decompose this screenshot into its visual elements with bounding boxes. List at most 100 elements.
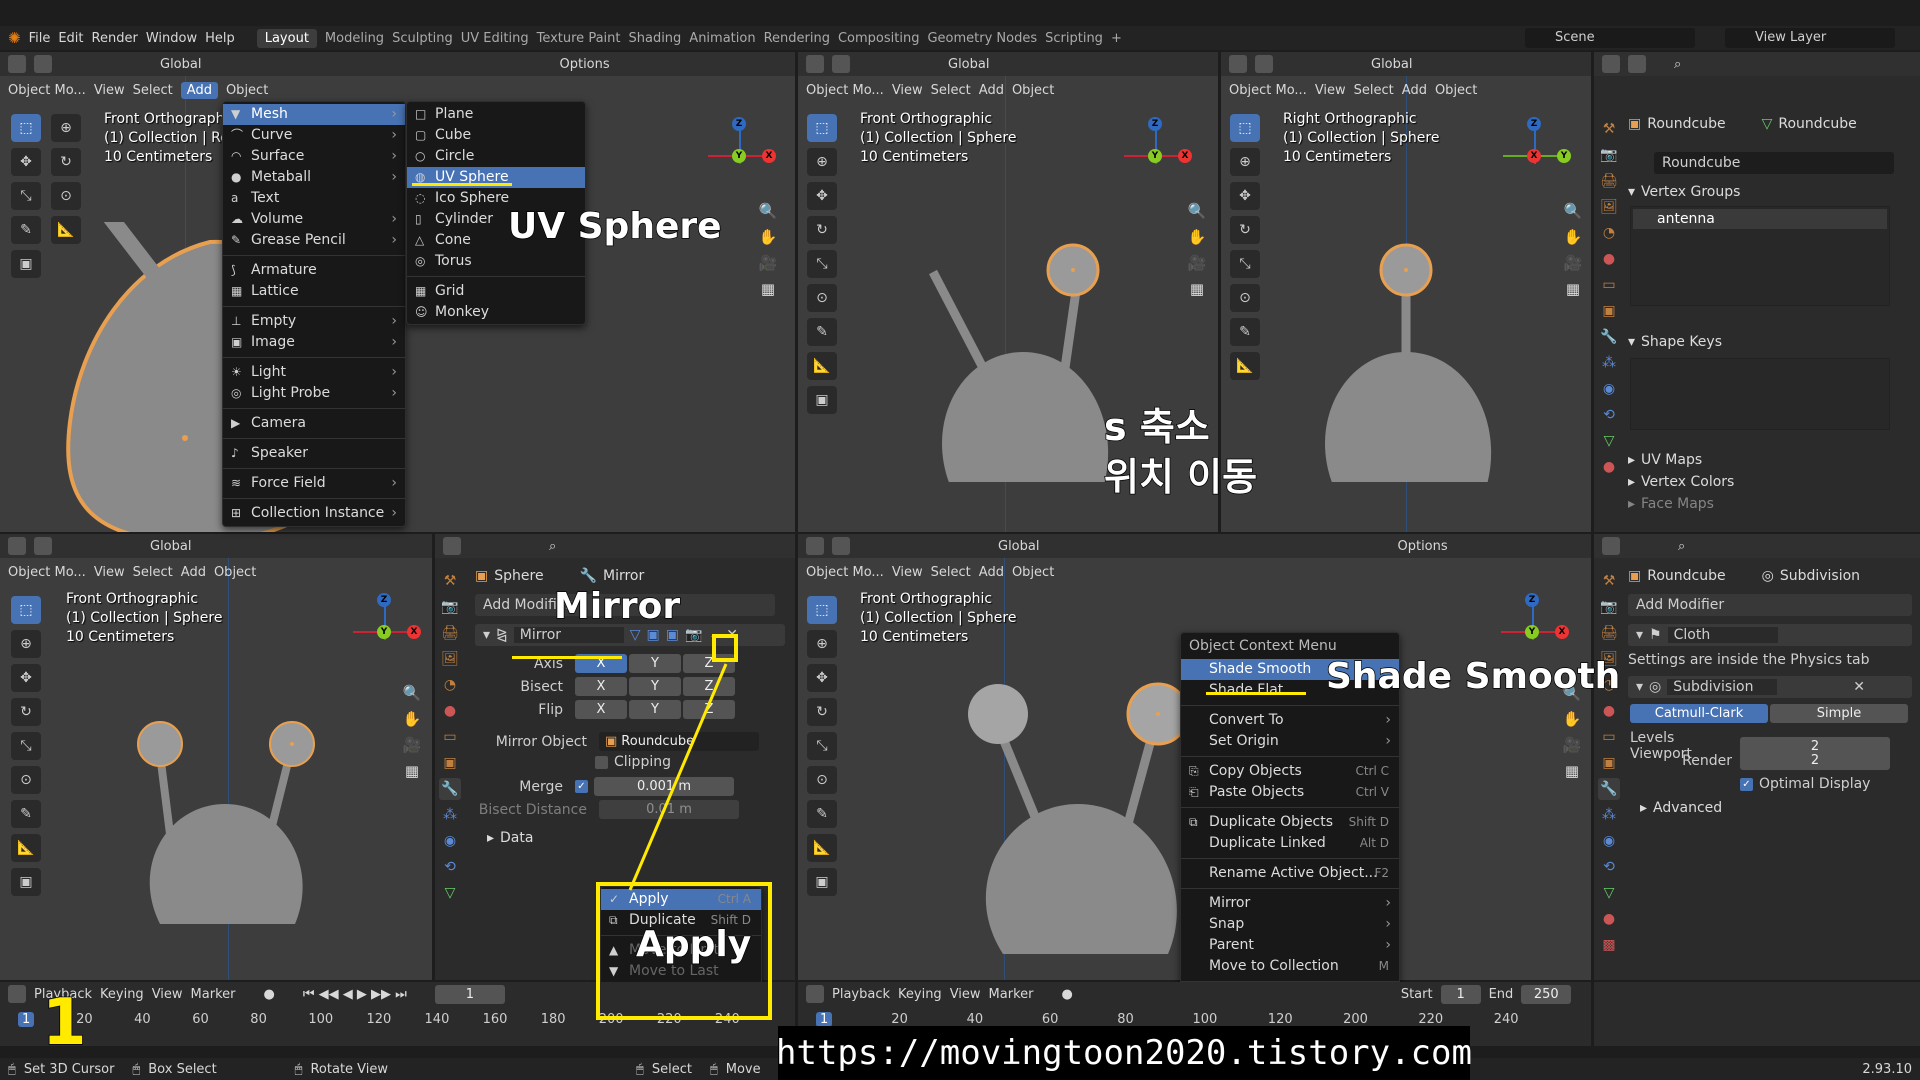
view-menu[interactable]: View — [892, 565, 923, 580]
view-menu[interactable]: View — [1315, 83, 1346, 98]
render-toggle-icon[interactable]: 📷 — [685, 627, 702, 643]
select-box-tool[interactable]: ⬚ — [807, 114, 837, 142]
move-tool[interactable]: ✥ — [1230, 182, 1260, 210]
blender-logo-icon[interactable]: ✺ — [8, 29, 21, 47]
gizmo-y-icon[interactable]: Y — [377, 625, 391, 639]
cloth-modifier-header[interactable]: ▾ ⚑ Cloth — [1628, 624, 1912, 646]
move-tool[interactable]: ✥ — [11, 148, 41, 176]
measure-tool[interactable]: 📐 — [11, 834, 41, 862]
cursor-tool[interactable]: ⊕ — [1230, 148, 1260, 176]
cage-toggle-icon[interactable]: ▣ — [647, 627, 660, 643]
add-menu-item-speaker[interactable]: ♪ Speaker — [223, 443, 405, 464]
cursor-tool[interactable]: ⊕ — [807, 630, 837, 658]
view-layer-tab-icon[interactable]: 🖼 — [1598, 196, 1620, 218]
zoom-icon[interactable]: 🔍 — [403, 684, 422, 702]
mode-dropdown[interactable]: Object Mo... — [806, 83, 884, 98]
tab-texture-paint[interactable]: Texture Paint — [537, 31, 621, 46]
editor-type-icon[interactable] — [1602, 55, 1620, 73]
mode-icon[interactable] — [832, 55, 850, 73]
select-menu[interactable]: Select — [931, 83, 971, 98]
transform-orientation[interactable]: Global — [998, 539, 1039, 554]
timeline-view-menu[interactable]: View — [950, 987, 981, 1002]
context-menu-item-mirror[interactable]: Mirror › — [1181, 893, 1399, 914]
add-menu-item-surface[interactable]: ◠ Surface › — [223, 146, 405, 167]
vertex-group-item[interactable]: antenna — [1633, 209, 1887, 229]
subdivision-modifier-name[interactable]: Subdivision — [1667, 679, 1778, 695]
object-tab-icon[interactable]: ▣ — [1598, 300, 1620, 322]
marker-menu[interactable]: Marker — [191, 987, 236, 1002]
gizmo-y-icon[interactable]: Y — [732, 149, 746, 163]
tab-modeling[interactable]: Modeling — [325, 31, 384, 46]
tab-compositing[interactable]: Compositing — [838, 31, 920, 46]
data-tab-icon[interactable]: ▽ — [439, 882, 461, 904]
context-menu-item-snap[interactable]: Snap › — [1181, 914, 1399, 935]
tool-tab-icon[interactable]: ⚒ — [439, 570, 461, 592]
mesh-menu-item-torus[interactable]: ◎ Torus — [407, 251, 585, 272]
output-tab-icon[interactable]: 🖨 — [1598, 622, 1620, 644]
data-tab-icon[interactable]: ▽ — [1598, 430, 1620, 452]
zoom-icon[interactable]: 🔍 — [1188, 202, 1207, 220]
add-modifier-dropdown-2[interactable]: Add Modifier — [1628, 594, 1912, 616]
data-tab-icon[interactable]: ▽ — [1598, 882, 1620, 904]
add-menu-item-mesh[interactable]: ▼ Mesh › — [223, 104, 405, 125]
pan-hand-icon[interactable]: ✋ — [403, 710, 422, 728]
viewport-3[interactable]: Right Orthographic (1) Collection | Sphe… — [1221, 52, 1591, 532]
advanced-subpanel-header[interactable]: ▸ Advanced — [1640, 800, 1722, 816]
world-tab-icon[interactable]: ● — [1598, 248, 1620, 270]
editor-type-icon[interactable] — [8, 985, 26, 1003]
record-icon[interactable]: ● — [1061, 987, 1072, 1002]
shape-keys-list[interactable] — [1630, 358, 1890, 430]
mesh-menu-item-circle[interactable]: ○ Circle — [407, 146, 585, 167]
playback-controls-icon[interactable]: ⏮ ◀◀ ◀ ▶ ▶▶ ⏭ — [303, 987, 407, 1002]
grid-icon[interactable]: ▦ — [405, 762, 419, 780]
mesh-menu-item-monkey[interactable]: ☺ Monkey — [407, 302, 585, 323]
rotate-tool[interactable]: ↻ — [1230, 216, 1260, 244]
tab-shading[interactable]: Shading — [628, 31, 681, 46]
zoom-icon[interactable]: 🔍 — [1564, 202, 1583, 220]
modifier-tab-icon[interactable]: 🔧 — [439, 778, 461, 800]
mirror-modifier-header[interactable]: ▾ ⧎ Mirror ▽ ▣ ▣ 📷 ⌄ ✕ — [475, 624, 785, 646]
add-menu-item-volume[interactable]: ☁ Volume › — [223, 209, 405, 230]
tab-sculpting[interactable]: Sculpting — [392, 31, 453, 46]
scale-tool[interactable]: ⤡ — [11, 182, 41, 210]
add-menu-item-light-probe[interactable]: ◎ Light Probe › — [223, 383, 405, 404]
add-menu-item-text[interactable]: a Text — [223, 188, 405, 209]
view-menu[interactable]: View — [94, 83, 125, 98]
tab-rendering[interactable]: Rendering — [764, 31, 830, 46]
camera-view-icon[interactable]: 🎥 — [1563, 736, 1582, 754]
view-layer-tab-icon[interactable]: 🖼 — [439, 648, 461, 670]
gizmo-x-icon[interactable]: X — [1178, 149, 1192, 163]
collection-tab-icon[interactable]: ▭ — [1598, 726, 1620, 748]
menu-help[interactable]: Help — [205, 31, 235, 46]
physics-tab-icon[interactable]: ◉ — [1598, 378, 1620, 400]
transform-orientation[interactable]: Global — [160, 57, 201, 72]
start-frame-field[interactable]: 1 — [1440, 984, 1481, 1004]
add-cube-tool[interactable]: ▣ — [807, 868, 837, 896]
vertex-groups-header[interactable]: ▾ Vertex Groups — [1628, 184, 1740, 200]
catmull-clark-toggle[interactable]: Catmull-Clark — [1630, 704, 1768, 723]
axis-gizmo-4[interactable]: Z X Y — [345, 588, 425, 668]
add-menu-item-armature[interactable]: ⟆ Armature — [223, 260, 405, 281]
shape-keys-header[interactable]: ▾ Shape Keys — [1628, 334, 1722, 350]
edit-mode-toggle-icon[interactable]: ▽ — [630, 627, 641, 643]
add-workspace-button[interactable]: + — [1111, 31, 1122, 46]
world-tab-icon[interactable]: ● — [439, 700, 461, 722]
gizmo-y-icon[interactable]: Y — [1557, 149, 1571, 163]
pan-hand-icon[interactable]: ✋ — [759, 228, 778, 246]
tab-layout[interactable]: Layout — [256, 28, 317, 48]
editor-type-icon[interactable] — [806, 55, 824, 73]
mesh-menu-item-plane[interactable]: □ Plane — [407, 104, 585, 125]
mode-icon[interactable] — [34, 55, 52, 73]
modifier-tab-icon[interactable]: 🔧 — [1598, 778, 1620, 800]
transform-orientation[interactable]: Global — [1371, 57, 1412, 72]
select-box-tool[interactable]: ⬚ — [11, 114, 41, 142]
view-menu[interactable]: View — [94, 565, 125, 580]
options-button[interactable]: Options — [559, 57, 609, 72]
select-box-tool[interactable]: ⬚ — [1230, 114, 1260, 142]
object-menu[interactable]: Object — [1435, 83, 1477, 98]
grid-icon[interactable]: ▦ — [761, 280, 775, 298]
measure-tool[interactable]: 📐 — [1230, 352, 1260, 380]
pan-hand-icon[interactable]: ✋ — [1564, 228, 1583, 246]
menu-window[interactable]: Window — [146, 31, 197, 46]
subdivision-modifier-header[interactable]: ▾ ◎ Subdivision ✕ — [1628, 676, 1912, 698]
